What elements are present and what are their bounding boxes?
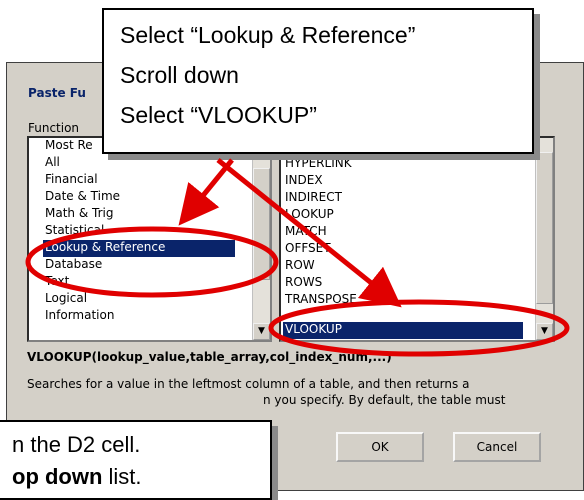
callout-emphasis: VLOOKUP — [197, 102, 310, 128]
description-line-2: n you specify. By default, the table mus… — [263, 393, 506, 407]
category-item-database[interactable]: Database — [45, 257, 102, 274]
function-item-lookup[interactable]: LOOKUP — [285, 207, 334, 224]
category-scrollbar[interactable]: ▼ — [252, 138, 270, 340]
callout-bottom-line-1: n the D2 cell. — [12, 432, 141, 457]
callout-line-2: Scroll down — [120, 62, 239, 88]
category-listbox[interactable]: Most Re All Financial Date & Time Math &… — [27, 136, 272, 342]
function-listbox[interactable]: HYPERLINK INDEX INDIRECT LOOKUP MATCH OF… — [279, 136, 555, 342]
category-scroll-thumb[interactable] — [253, 168, 270, 280]
category-item-lookup-reference[interactable]: Lookup & Reference — [43, 240, 235, 257]
scroll-down-arrow-icon[interactable]: ▼ — [536, 323, 553, 340]
function-scroll-thumb[interactable] — [536, 152, 553, 304]
function-item-indirect[interactable]: INDIRECT — [285, 190, 342, 207]
callout-emphasis: Lookup & Reference — [197, 22, 408, 48]
category-item-date-time[interactable]: Date & Time — [45, 189, 120, 206]
ok-button[interactable]: OK — [336, 432, 424, 462]
instruction-callout: Select “Lookup & Reference” Scroll down … — [102, 8, 534, 154]
category-item-financial[interactable]: Financial — [45, 172, 98, 189]
instruction-callout-bottom: n the D2 cell. op down list. — [0, 420, 272, 500]
category-item-statistical[interactable]: Statistical — [45, 223, 104, 240]
callout-line-3: Select “VLOOKUP” — [120, 102, 317, 128]
function-item-transpose[interactable]: TRANSPOSE — [285, 292, 357, 309]
function-item-vlookup[interactable]: VLOOKUP — [283, 322, 523, 339]
callout-emphasis: op down — [12, 464, 103, 489]
function-item-rows[interactable]: ROWS — [285, 275, 322, 292]
cancel-button[interactable]: Cancel — [453, 432, 541, 462]
category-item-math-trig[interactable]: Math & Trig — [45, 206, 113, 223]
category-item-logical[interactable]: Logical — [45, 291, 87, 308]
function-item-match[interactable]: MATCH — [285, 224, 327, 241]
function-item-hyperlink[interactable]: HYPERLINK — [285, 156, 352, 173]
category-item-information[interactable]: Information — [45, 308, 114, 325]
category-item-most-recent[interactable]: Most Re — [45, 138, 93, 155]
description-line-1: Searches for a value in the leftmost col… — [27, 377, 470, 391]
function-item-offset[interactable]: OFFSET — [285, 241, 331, 258]
function-category-label: Function — [28, 121, 80, 135]
callout-bottom-line-2: op down list. — [12, 464, 142, 489]
category-item-all[interactable]: All — [45, 155, 60, 172]
category-item-text[interactable]: Text — [45, 274, 69, 291]
callout-line-1: Select “Lookup & Reference” — [120, 22, 416, 48]
scroll-down-arrow-icon[interactable]: ▼ — [253, 323, 270, 340]
function-scrollbar[interactable]: ▼ — [535, 138, 553, 340]
function-syntax: VLOOKUP(lookup_value,table_array,col_ind… — [27, 350, 392, 364]
function-item-index[interactable]: INDEX — [285, 173, 323, 190]
function-item-row[interactable]: ROW — [285, 258, 315, 275]
function-description: Searches for a value in the leftmost col… — [27, 376, 547, 408]
